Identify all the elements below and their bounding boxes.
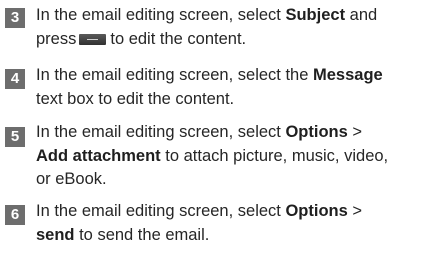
ui-term: Options xyxy=(285,123,348,141)
text-segment: or eBook. xyxy=(36,170,107,188)
text-segment: to send the email. xyxy=(74,225,210,244)
text-segment: and xyxy=(345,6,378,24)
ui-term: send xyxy=(36,225,75,244)
step-number: 5 xyxy=(5,127,25,147)
step-text: In the email editing screen, select Opti… xyxy=(36,200,436,247)
step-number: 6 xyxy=(5,205,25,225)
step-line: or eBook. xyxy=(36,168,436,192)
step-text: In the email editing screen, select the … xyxy=(36,64,436,111)
step-line: text box to edit the content. xyxy=(36,88,436,112)
step-number: 4 xyxy=(5,69,25,89)
text-segment: In the email editing screen, select the xyxy=(36,66,313,84)
step-line: In the email editing screen, select the … xyxy=(36,64,436,88)
step-line: In the email editing screen, select Opti… xyxy=(36,200,436,224)
text-segment: In the email editing screen, select xyxy=(36,202,286,220)
text-segment: press xyxy=(36,29,77,48)
text-segment: > xyxy=(347,202,363,220)
ui-term: Message xyxy=(313,66,383,84)
ui-term: Add attachment xyxy=(36,146,161,165)
text-segment: In the email editing screen, select xyxy=(36,123,286,141)
step-text: In the email editing screen, select Opti… xyxy=(36,121,436,192)
text-segment: to attach picture, music, video, xyxy=(160,146,389,165)
text-segment: text box to edit the content. xyxy=(36,89,235,108)
menu-key-icon xyxy=(79,33,107,45)
step-number: 3 xyxy=(5,8,25,28)
step-line: In the email editing screen, select Subj… xyxy=(36,4,436,28)
step-line: send to send the email. xyxy=(36,224,436,248)
text-segment: to edit the content. xyxy=(110,29,247,48)
step-text: In the email editing screen, select Subj… xyxy=(36,4,436,51)
text-segment: In the email editing screen, select xyxy=(36,6,286,24)
step-line: Add attachment to attach picture, music,… xyxy=(36,145,436,169)
step-line: press to edit the content. xyxy=(36,28,436,52)
step-line: In the email editing screen, select Opti… xyxy=(36,121,436,145)
ui-term: Options xyxy=(285,202,348,220)
ui-term: Subject xyxy=(285,6,346,24)
text-segment: > xyxy=(347,123,363,141)
